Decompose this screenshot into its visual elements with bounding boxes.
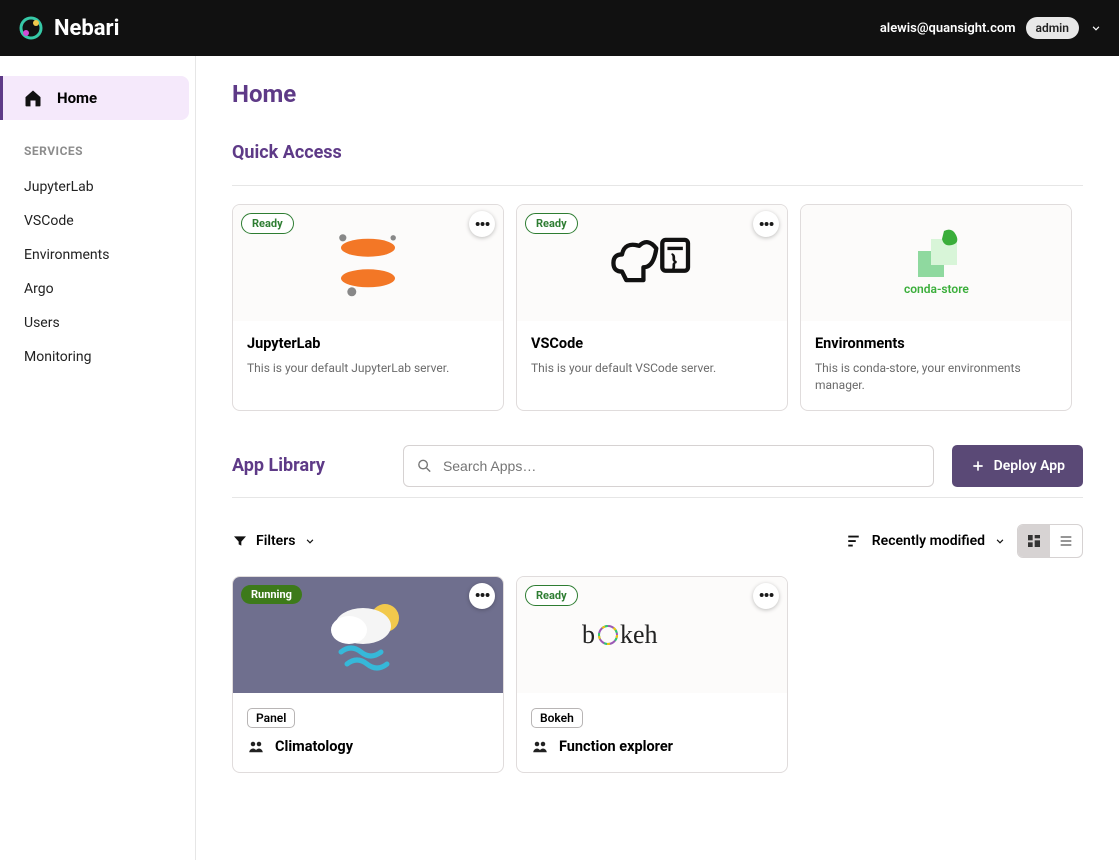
app-library-row: Running ••• Panel Climatology (232, 576, 1083, 773)
sidebar-item-vscode[interactable]: VSCode (0, 204, 195, 238)
more-button[interactable]: ••• (753, 211, 779, 237)
main-content: Home Quick Access Ready ••• (196, 56, 1119, 860)
app-name: Function explorer (559, 738, 673, 755)
search-field[interactable] (403, 445, 934, 487)
more-button[interactable]: ••• (753, 583, 779, 609)
conda-store-icon: conda-store (886, 223, 986, 303)
chevron-down-icon (993, 534, 1007, 548)
user-menu[interactable]: alewis@quansight.com admin (880, 17, 1103, 39)
weather-icon (313, 590, 423, 680)
svg-text:}: } (671, 250, 677, 272)
filter-icon (232, 533, 248, 549)
sidebar: Home SERVICES JupyterLab VSCode Environm… (0, 56, 196, 860)
card-desc: This is your default VSCode server. (531, 360, 773, 377)
quick-card-environments[interactable]: conda-store Environments This is conda-s… (800, 204, 1072, 411)
framework-tag: Panel (247, 708, 295, 728)
sort-button[interactable]: Recently modified (846, 532, 1007, 550)
home-icon (23, 88, 43, 108)
search-input[interactable] (443, 458, 921, 474)
card-hero: Running ••• (233, 577, 503, 693)
filters-button[interactable]: Filters (232, 533, 317, 549)
framework-tag: Bokeh (531, 708, 583, 728)
sidebar-item-environments[interactable]: Environments (0, 238, 195, 272)
quick-access-title: Quick Access (232, 142, 1083, 163)
product-name: Nebari (54, 16, 119, 41)
shared-icon (247, 738, 265, 756)
role-badge: admin (1026, 17, 1079, 39)
view-grid-button[interactable] (1018, 525, 1050, 557)
shared-icon (531, 738, 549, 756)
chevron-down-icon (303, 534, 317, 548)
status-badge: Running (241, 585, 302, 604)
view-list-button[interactable] (1050, 525, 1082, 557)
quick-card-jupyterlab[interactable]: Ready ••• JupyterLab This is your defaul… (232, 204, 504, 411)
card-title: JupyterLab (247, 335, 489, 352)
sidebar-item-jupyterlab[interactable]: JupyterLab (0, 170, 195, 204)
sidebar-item-users[interactable]: Users (0, 306, 195, 340)
topbar: Nebari alewis@quansight.com admin (0, 0, 1119, 56)
product-logo[interactable]: Nebari (16, 13, 119, 43)
sidebar-item-home[interactable]: Home (0, 76, 189, 120)
svg-text:conda-store: conda-store (904, 282, 969, 296)
plus-icon (970, 458, 986, 474)
app-name: Climatology (275, 738, 353, 755)
sidebar-section-label: SERVICES (0, 138, 195, 170)
app-card-function-explorer[interactable]: Ready ••• b keh Bokeh Function explorer (516, 576, 788, 773)
user-email: alewis@quansight.com (880, 21, 1016, 36)
bokeh-icon: b keh (582, 615, 722, 655)
grid-icon (1026, 533, 1042, 549)
library-header: App Library Deploy App (232, 445, 1083, 487)
deploy-app-label: Deploy App (994, 458, 1065, 474)
divider (232, 497, 1083, 498)
search-icon (416, 457, 433, 475)
sort-label: Recently modified (872, 533, 985, 549)
deploy-app-button[interactable]: Deploy App (952, 445, 1083, 487)
quick-access-row: Ready ••• JupyterLab This is your defaul… (232, 204, 1083, 411)
status-badge: Ready (525, 585, 578, 606)
status-badge: Ready (525, 213, 578, 234)
card-hero: conda-store (801, 205, 1071, 321)
more-button[interactable]: ••• (469, 211, 495, 237)
view-toggle (1017, 524, 1083, 558)
status-badge: Ready (241, 213, 294, 234)
sidebar-item-argo[interactable]: Argo (0, 272, 195, 306)
card-title: VSCode (531, 335, 773, 352)
list-icon (1058, 533, 1074, 549)
card-hero: Ready ••• } (517, 205, 787, 321)
filter-row: Filters Recently modified (232, 516, 1083, 576)
library-title: App Library (232, 455, 325, 476)
chevron-down-icon (1089, 21, 1103, 35)
divider (232, 185, 1083, 186)
sidebar-item-monitoring[interactable]: Monitoring (0, 340, 195, 374)
sort-icon (846, 532, 864, 550)
quick-card-vscode[interactable]: Ready ••• } VSCode This is your default … (516, 204, 788, 411)
nebari-logo-icon (16, 13, 46, 43)
card-title: Environments (815, 335, 1057, 352)
code-server-icon: } (607, 233, 697, 293)
filters-label: Filters (256, 533, 295, 549)
svg-text:keh: keh (620, 620, 658, 649)
more-button[interactable]: ••• (469, 583, 495, 609)
jupyter-icon (323, 218, 413, 308)
app-card-climatology[interactable]: Running ••• Panel Climatology (232, 576, 504, 773)
svg-text:b: b (582, 620, 595, 649)
page-title: Home (232, 80, 1083, 108)
card-hero: Ready ••• b keh (517, 577, 787, 693)
card-desc: This is your default JupyterLab server. (247, 360, 489, 377)
card-hero: Ready ••• (233, 205, 503, 321)
sidebar-home-label: Home (57, 89, 97, 107)
card-desc: This is conda-store, your environments m… (815, 360, 1057, 394)
